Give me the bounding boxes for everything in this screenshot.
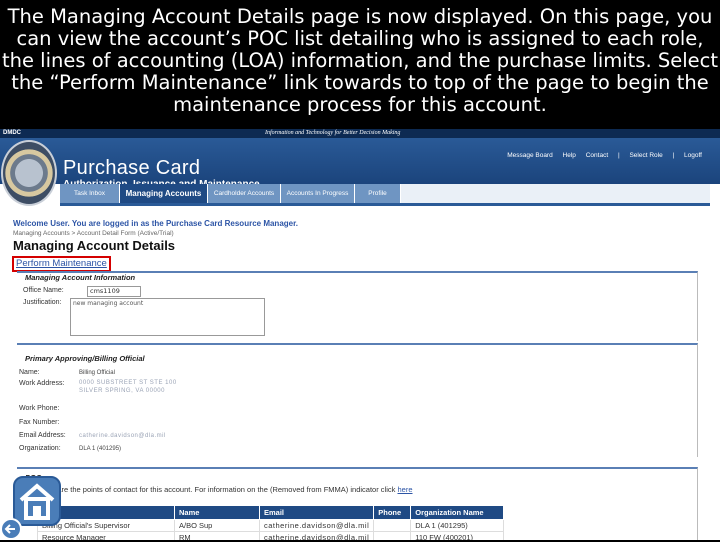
poc-section: POCs Here are the points of contact for …	[17, 467, 698, 540]
email-label: Email Address:	[19, 432, 66, 439]
table-cell: catherine.davidson@dla.mil	[258, 519, 375, 532]
column-header: Name	[174, 505, 260, 520]
table-cell: A/BO Sup	[174, 519, 260, 532]
contact-link[interactable]: Contact	[586, 152, 608, 159]
page-title: Managing Account Details	[13, 238, 176, 253]
work-address-line1: 0000 SUBSTREET ST STE 100	[79, 380, 177, 386]
table-cell: DLA 1 (401295)	[410, 519, 505, 532]
instruction-caption: The Managing Account Details page is now…	[0, 0, 720, 128]
poc-info-link[interactable]: here	[397, 485, 412, 494]
tab-accounts-in-progress[interactable]: Accounts In Progress	[281, 184, 355, 203]
logoff-link[interactable]: Logoff	[684, 152, 702, 159]
house-icon	[19, 483, 55, 520]
breadcrumb[interactable]: Managing Accounts > Account Detail Form …	[13, 230, 174, 237]
justification-field: new managing account	[70, 298, 265, 336]
table-row: Resource Manager RM catherine.davidson@d…	[37, 531, 505, 540]
email-value: catherine.davidson@dla.mil	[79, 433, 166, 439]
dod-seal-icon	[1, 140, 57, 206]
dmdc-logo: DMDC	[3, 130, 21, 136]
tagline: Information and Technology for Better De…	[265, 130, 401, 136]
section-header: Managing Account Information	[25, 273, 136, 282]
work-address-line2: SILVER SPRING, VA 00000	[79, 388, 165, 394]
organization-value: DLA 1 (401295)	[79, 446, 122, 452]
tab-profile[interactable]: Profile	[355, 184, 401, 203]
app-header: Purchase Card Authorization, Issuance an…	[0, 138, 720, 190]
header-links: Message Board Help Contact | Select Role…	[499, 152, 702, 159]
screenshot-area: DMDC Information and Technology for Bett…	[0, 129, 720, 540]
select-role-link[interactable]: Select Role	[629, 152, 662, 159]
separator: |	[672, 152, 675, 159]
top-strip: DMDC Information and Technology for Bett…	[0, 129, 720, 138]
table-cell: RM	[174, 531, 260, 540]
perform-maintenance-link[interactable]: Perform Maintenance	[12, 256, 111, 272]
table-cell: Resource Manager	[37, 531, 175, 540]
table-cell: catherine.davidson@dla.mil	[258, 531, 375, 540]
tab-managing-accounts[interactable]: Managing Accounts	[120, 184, 208, 203]
tab-task-inbox[interactable]: Task Inbox	[60, 184, 120, 203]
organization-label: Organization:	[19, 445, 61, 452]
work-phone-label: Work Phone:	[19, 405, 60, 412]
poc-info-text: Here are the points of contact for this …	[39, 485, 413, 494]
office-name-label: Office Name:	[23, 287, 64, 294]
billing-official-section: Primary Approving/Billing Official Name:…	[17, 343, 698, 457]
welcome-text: Welcome User. You are logged in as the P…	[13, 219, 298, 228]
name-label: Name:	[19, 369, 40, 376]
back-arrow-icon[interactable]	[0, 518, 22, 540]
justification-label: Justification:	[23, 299, 62, 306]
work-address-label: Work Address:	[19, 380, 65, 387]
office-name-field: cms1109	[87, 286, 141, 297]
table-header-row: Role Name Email Phone Organization Name	[37, 505, 505, 520]
home-icon[interactable]	[13, 476, 61, 526]
nav-tabs: Task Inbox Managing Accounts Cardholder …	[60, 184, 710, 206]
arrow-left-icon	[4, 524, 15, 534]
column-header: Organization Name	[410, 505, 505, 520]
message-board-link[interactable]: Message Board	[507, 152, 553, 159]
section-header: Primary Approving/Billing Official	[25, 354, 145, 363]
table-cell	[373, 519, 412, 532]
column-header: Phone	[373, 505, 412, 520]
column-header: Email	[258, 505, 375, 520]
poc-info-prefix: Here are the points of contact for this …	[39, 485, 398, 494]
fax-number-label: Fax Number:	[19, 419, 60, 426]
table-cell	[373, 531, 412, 540]
separator: |	[617, 152, 620, 159]
table-row: Billing Official's Supervisor A/BO Sup c…	[37, 519, 505, 532]
app-title: Purchase Card	[63, 157, 201, 179]
tab-cardholder-accounts[interactable]: Cardholder Accounts	[208, 184, 281, 203]
name-value: Billing Official	[79, 370, 115, 376]
table-cell: 110 FW (400201)	[410, 531, 505, 540]
help-link[interactable]: Help	[563, 152, 576, 159]
poc-table: Role Name Email Phone Organization Name …	[37, 505, 505, 540]
managing-account-info-section: Managing Account Information Office Name…	[17, 271, 698, 341]
